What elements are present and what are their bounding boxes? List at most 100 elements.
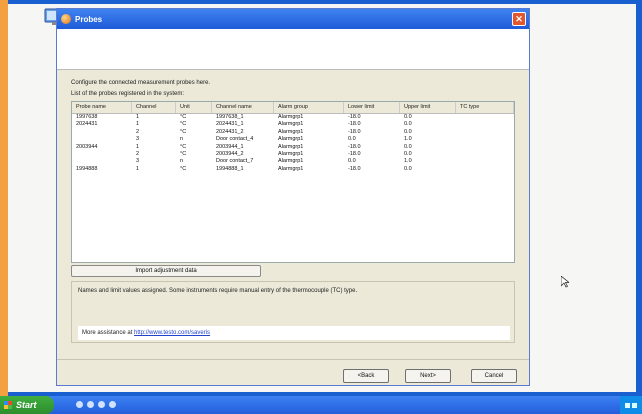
cell-tc-type bbox=[456, 114, 514, 121]
cell-alarm-group: Alarmgrp1 bbox=[278, 121, 304, 128]
button-separator bbox=[57, 359, 529, 360]
cell-lower-limit: -18.0 bbox=[348, 128, 361, 135]
cell-unit: °C bbox=[180, 114, 187, 120]
cell-tc-type bbox=[456, 166, 514, 173]
info-text: Names and limit values assigned. Some in… bbox=[78, 288, 358, 294]
probe-app-icon bbox=[61, 14, 71, 24]
cell-unit: n bbox=[180, 158, 184, 165]
assistance-link[interactable]: http://www.testo.com/saveris bbox=[134, 330, 210, 336]
column-header-upper-limit[interactable]: Upper limit bbox=[400, 102, 456, 113]
probe-table[interactable]: Probe name Channel Unit Channel name Ala… bbox=[71, 101, 515, 263]
table-row[interactable]: 3 n Door contact_7 Alarmgrp1 0.0 1.0 bbox=[72, 158, 514, 165]
table-row[interactable]: 3 n Door contact_4 Alarmgrp1 0.0 1.0 bbox=[72, 136, 514, 143]
cell-alarm-group: Alarmgrp1 bbox=[278, 143, 304, 150]
cell-channel: 1 bbox=[136, 114, 140, 120]
cell-upper-limit: 1.0 bbox=[404, 158, 412, 165]
quick-launch-icon[interactable] bbox=[109, 401, 116, 408]
table-row[interactable]: 2024431 1 °C 2024431_1 Alarmgrp1 -18.0 0… bbox=[72, 121, 514, 128]
cell-channel-name: 1994888_1 bbox=[216, 165, 244, 172]
back-button[interactable]: <Back bbox=[343, 369, 389, 383]
assistance-field: More assistance at http://www.testo.com/… bbox=[78, 326, 510, 340]
mouse-pointer-icon bbox=[561, 276, 569, 288]
windows-logo-icon bbox=[4, 401, 12, 409]
table-body: 1997638 1 °C 1997638_1 Alarmgrp1 -18.0 0… bbox=[72, 114, 514, 173]
table-row[interactable]: 2003944 1 °C 2003944_1 Alarmgrp1 -18.0 0… bbox=[72, 144, 514, 151]
cell-tc-type bbox=[456, 144, 514, 151]
cell-probe-name bbox=[72, 136, 132, 143]
cell-channel: 3 bbox=[136, 158, 140, 165]
table-row[interactable]: 1997638 1 °C 1997638_1 Alarmgrp1 -18.0 0… bbox=[72, 114, 514, 121]
cell-tc-type bbox=[456, 136, 514, 143]
cell-channel: 1 bbox=[136, 143, 140, 150]
title-bar[interactable]: Probes ✕ bbox=[57, 9, 529, 29]
cell-channel-name: Door contact_7 bbox=[216, 158, 254, 165]
cell-channel: 2 bbox=[136, 128, 140, 135]
cell-lower-limit: -18.0 bbox=[348, 114, 361, 120]
cell-probe-name: 1997638 bbox=[76, 114, 98, 120]
cell-alarm-group: Alarmgrp1 bbox=[278, 136, 304, 143]
probes-dialog: Probes ✕ Configure the connected measure… bbox=[56, 8, 530, 386]
cell-unit: °C bbox=[180, 143, 187, 150]
table-row[interactable]: 2 °C 2003944_2 Alarmgrp1 -18.0 0.0 bbox=[72, 151, 514, 158]
cell-upper-limit: 1.0 bbox=[404, 136, 412, 143]
column-header-unit[interactable]: Unit bbox=[176, 102, 212, 113]
cell-channel: 3 bbox=[136, 136, 140, 143]
assistance-prefix: More assistance at bbox=[82, 330, 135, 336]
cell-unit: n bbox=[180, 136, 184, 143]
cell-alarm-group: Alarmgrp1 bbox=[278, 165, 304, 172]
table-row[interactable]: 1994888 1 °C 1994888_1 Alarmgrp1 -18.0 0… bbox=[72, 166, 514, 173]
cell-lower-limit: -18.0 bbox=[348, 150, 361, 157]
start-button[interactable]: Start bbox=[0, 396, 54, 414]
intro-text: Configure the connected measurement prob… bbox=[71, 80, 211, 86]
cell-tc-type bbox=[456, 158, 514, 165]
taskbar: Start bbox=[0, 396, 642, 414]
cancel-button[interactable]: Cancel bbox=[471, 369, 517, 383]
table-row[interactable]: 2 °C 2024431_2 Alarmgrp1 -18.0 0.0 bbox=[72, 129, 514, 136]
cell-channel: 2 bbox=[136, 150, 140, 157]
system-tray bbox=[620, 396, 642, 414]
cell-upper-limit: 0.0 bbox=[404, 165, 412, 172]
list-label: List of the probes registered in the sys… bbox=[71, 91, 185, 97]
dialog-header bbox=[57, 29, 529, 70]
cell-probe-name bbox=[72, 158, 132, 165]
tray-icon[interactable] bbox=[632, 402, 637, 408]
import-adjustment-data-button[interactable]: Import adjustment data bbox=[71, 265, 261, 277]
start-label: Start bbox=[16, 400, 37, 410]
column-header-alarm-group[interactable]: Alarm group bbox=[274, 102, 344, 113]
column-header-probe-name[interactable]: Probe name bbox=[72, 102, 132, 113]
cell-upper-limit: 0.0 bbox=[404, 121, 412, 128]
cell-channel-name: Door contact_4 bbox=[216, 136, 254, 143]
column-header-tc-type[interactable]: TC type bbox=[456, 102, 514, 113]
cell-lower-limit: -18.0 bbox=[348, 143, 361, 150]
next-button[interactable]: Next> bbox=[405, 369, 451, 383]
quick-launch bbox=[76, 401, 116, 408]
cell-channel-name: 2024431_1 bbox=[216, 121, 244, 128]
tray-icon[interactable] bbox=[625, 402, 630, 408]
cell-alarm-group: Alarmgrp1 bbox=[278, 114, 304, 120]
cell-alarm-group: Alarmgrp1 bbox=[278, 128, 304, 135]
cell-probe-name: 2003944 bbox=[76, 143, 98, 150]
close-button[interactable]: ✕ bbox=[512, 12, 526, 26]
cell-upper-limit: 0.0 bbox=[404, 143, 412, 150]
cell-probe-name bbox=[72, 129, 132, 136]
cell-unit: °C bbox=[180, 128, 187, 135]
quick-launch-icon[interactable] bbox=[98, 401, 105, 408]
cell-probe-name bbox=[72, 151, 132, 158]
info-box: Names and limit values assigned. Some in… bbox=[71, 281, 515, 343]
cell-unit: °C bbox=[180, 121, 187, 128]
quick-launch-icon[interactable] bbox=[76, 401, 83, 408]
cell-alarm-group: Alarmgrp1 bbox=[278, 158, 304, 165]
cell-channel-name: 1997638_1 bbox=[216, 114, 244, 120]
window-title: Probes bbox=[75, 14, 103, 24]
cell-upper-limit: 0.0 bbox=[404, 114, 412, 120]
cell-probe-name: 1994888 bbox=[76, 165, 98, 172]
cell-unit: °C bbox=[180, 165, 187, 172]
quick-launch-icon[interactable] bbox=[87, 401, 94, 408]
column-header-lower-limit[interactable]: Lower limit bbox=[344, 102, 400, 113]
cell-lower-limit: 0.0 bbox=[348, 136, 356, 143]
column-header-channel-name[interactable]: Channel name bbox=[212, 102, 274, 113]
cell-lower-limit: -18.0 bbox=[348, 121, 361, 128]
column-header-channel[interactable]: Channel bbox=[132, 102, 176, 113]
cell-alarm-group: Alarmgrp1 bbox=[278, 150, 304, 157]
cell-channel-name: 2024431_2 bbox=[216, 128, 244, 135]
